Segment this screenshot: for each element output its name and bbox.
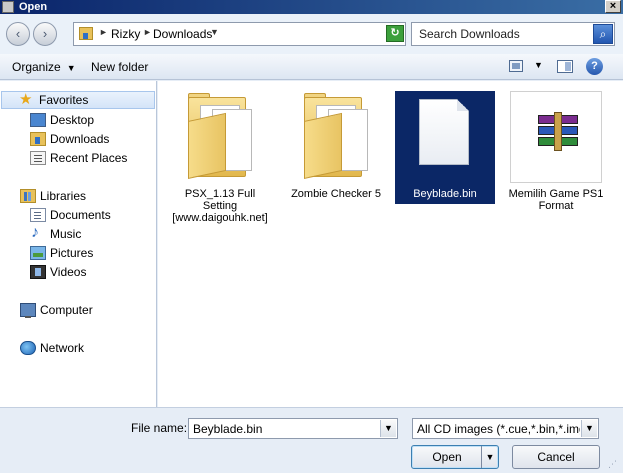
file-name: Zombie Checker 5	[291, 188, 381, 200]
pictures-icon	[30, 246, 46, 260]
back-button[interactable]: ‹	[6, 22, 30, 46]
sidebar-item-label: Network	[40, 341, 85, 355]
sidebar-item-desktop[interactable]: Desktop	[30, 111, 94, 129]
sidebar-item-label: Pictures	[50, 246, 94, 260]
sidebar-item-label: Music	[50, 227, 82, 241]
star-icon	[19, 90, 35, 108]
resize-grip-icon[interactable]: ⋰	[608, 459, 620, 471]
sidebar-item-label: Downloads	[50, 132, 110, 146]
sidebar-item-recent-places[interactable]: Recent Places	[30, 149, 127, 167]
sidebar-item-label: Libraries	[40, 189, 87, 203]
sidebar-item-documents[interactable]: Documents	[30, 206, 111, 224]
chevron-down-icon[interactable]: ▼	[380, 420, 396, 437]
folder-icon	[174, 91, 266, 183]
change-view-icon[interactable]	[509, 60, 523, 72]
navigation-pane: Favorites Desktop Downloads Recent Place…	[0, 81, 157, 407]
sidebar-item-network[interactable]: Network	[20, 339, 84, 357]
chevron-down-icon[interactable]: ▼	[581, 420, 597, 437]
back-arrow-icon: ‹	[15, 26, 21, 41]
preview-pane-icon[interactable]	[557, 60, 573, 73]
cancel-button[interactable]: Cancel	[512, 445, 600, 469]
music-icon	[30, 224, 46, 242]
new-folder-button[interactable]: New folder	[91, 60, 148, 74]
downloads-folder-icon	[79, 27, 93, 40]
blank-file-icon	[399, 91, 491, 183]
sidebar-item-label: Favorites	[39, 93, 89, 107]
address-row: ‹ › ► Rizky ► Downloads ▼ ▼ ↻ ⌕	[0, 14, 623, 54]
file-item-beyblade-bin[interactable]: Beyblade.bin	[395, 91, 495, 204]
forward-button[interactable]: ›	[33, 22, 57, 46]
chevron-down-icon: ▼	[66, 63, 76, 73]
open-button-label: Open	[432, 450, 462, 464]
sidebar-item-music[interactable]: Music	[30, 224, 82, 243]
sidebar-item-downloads[interactable]: Downloads	[30, 130, 109, 148]
sidebar-item-label: Videos	[50, 265, 87, 279]
app-icon	[2, 1, 14, 13]
file-item-zombie-checker-folder[interactable]: Zombie Checker 5	[286, 91, 386, 201]
recent-places-icon	[30, 151, 46, 165]
search-box[interactable]: ⌕	[411, 22, 615, 46]
computer-icon	[20, 303, 36, 318]
address-bar[interactable]: ► Rizky ► Downloads ▼ ▼	[73, 22, 406, 46]
file-type-select[interactable]: All CD images (*.cue,*.bin,*.img,*.iso) …	[412, 418, 599, 439]
breadcrumb-downloads[interactable]: Downloads	[153, 27, 212, 41]
file-name-label: File name:	[131, 421, 188, 435]
refresh-button[interactable]: ↻	[386, 25, 404, 42]
help-icon[interactable]: ?	[586, 58, 603, 75]
file-name-input[interactable]	[189, 419, 379, 438]
sidebar-item-label: Recent Places	[50, 151, 128, 165]
network-icon	[20, 341, 36, 355]
sidebar-item-computer[interactable]: Computer	[20, 301, 93, 319]
open-dialog: ‹ › ► Rizky ► Downloads ▼ ▼ ↻ ⌕ Organize…	[0, 14, 623, 473]
view-options-dropdown[interactable]: ▼	[534, 60, 543, 70]
winrar-archive-icon	[510, 91, 602, 183]
sidebar-item-label: Desktop	[50, 113, 95, 127]
breadcrumb-separator[interactable]: ▼	[210, 27, 219, 37]
organize-button[interactable]: Organize ▼	[12, 60, 76, 74]
sidebar-item-videos[interactable]: Videos	[30, 263, 86, 281]
libraries-icon	[20, 189, 36, 203]
file-name: PSX_1.13 Full Setting [www.daigouhk.net]	[172, 188, 268, 224]
forward-arrow-icon: ›	[42, 26, 48, 41]
file-name: Memilih Game PS1 Format	[508, 188, 604, 212]
file-list: PSX_1.13 Full Setting [www.daigouhk.net]…	[158, 81, 623, 407]
sidebar-item-label: Documents	[50, 208, 111, 222]
file-name: Beyblade.bin	[413, 188, 477, 200]
breadcrumb-separator[interactable]: ►	[99, 27, 108, 37]
file-item-psx-folder[interactable]: PSX_1.13 Full Setting [www.daigouhk.net]	[170, 91, 270, 225]
command-bar: Organize ▼ New folder ▼ ?	[0, 54, 623, 80]
sidebar-item-libraries[interactable]: Libraries	[20, 187, 86, 205]
search-input[interactable]	[412, 23, 592, 45]
close-button[interactable]: ×	[605, 0, 621, 13]
sidebar-item-favorites[interactable]: Favorites	[1, 90, 155, 109]
documents-icon	[30, 208, 46, 222]
window-title: Open	[19, 1, 48, 13]
open-options-dropdown[interactable]: ▼	[481, 446, 498, 468]
breadcrumb-separator[interactable]: ►	[143, 27, 152, 37]
file-name-combo[interactable]: ▼	[188, 418, 398, 439]
desktop-icon	[30, 113, 46, 127]
refresh-icon: ↻	[390, 27, 400, 39]
open-button[interactable]: Open ▼	[411, 445, 499, 469]
breadcrumb-rizky[interactable]: Rizky	[111, 27, 140, 41]
folder-icon	[290, 91, 382, 183]
downloads-folder-icon	[30, 132, 46, 146]
title-bar: Open ×	[0, 0, 623, 14]
sidebar-item-pictures[interactable]: Pictures	[30, 244, 93, 262]
search-icon[interactable]: ⌕	[593, 24, 613, 44]
dialog-footer: File name: ▼ All CD images (*.cue,*.bin,…	[0, 407, 623, 473]
file-type-value: All CD images (*.cue,*.bin,*.img,*.iso)	[417, 422, 580, 436]
sidebar-item-label: Computer	[40, 303, 93, 317]
organize-label: Organize	[12, 60, 61, 74]
videos-icon	[30, 265, 46, 279]
file-item-memilih-game-archive[interactable]: Memilih Game PS1 Format	[506, 91, 606, 213]
